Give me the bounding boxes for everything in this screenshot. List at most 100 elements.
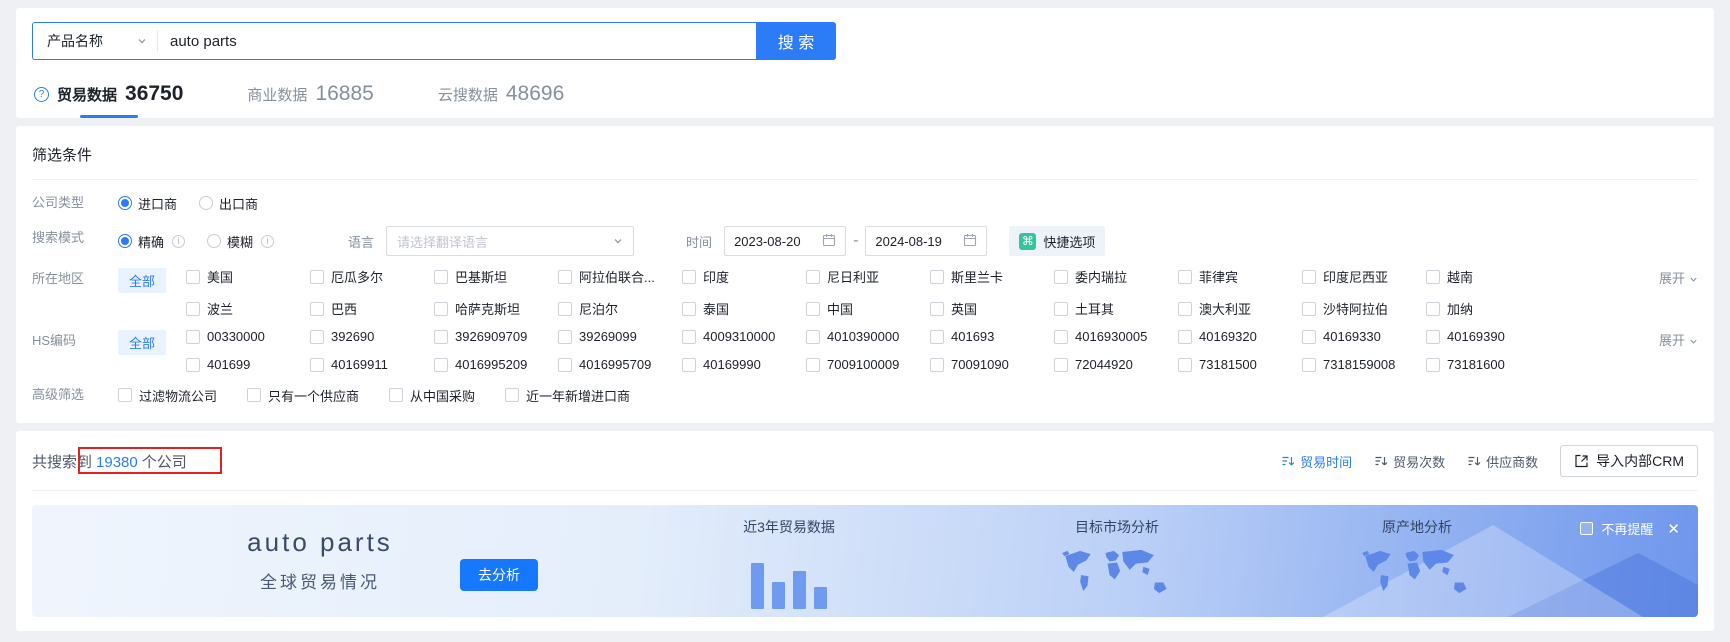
checkbox-option[interactable]: 巴西 (310, 299, 434, 318)
radio-fuzzy-mode[interactable]: 模糊 i (207, 232, 275, 251)
checkbox-icon (505, 388, 520, 402)
quick-options-button[interactable]: ⌘ 快捷选项 (1009, 226, 1106, 256)
info-circle-icon[interactable]: i (261, 234, 275, 248)
checkbox-option[interactable]: 澳大利亚 (1178, 299, 1302, 318)
tab-trade-data[interactable]: ? 贸易数据 36750 (32, 76, 185, 118)
checkbox-icon (310, 357, 325, 372)
checkbox-option[interactable]: 40169990 (682, 357, 806, 372)
checkbox-option[interactable]: 尼日利亚 (806, 267, 930, 286)
checkbox-option[interactable]: 从中国采购 (389, 386, 475, 405)
checkbox-option[interactable]: 英国 (930, 299, 1054, 318)
checkbox-option[interactable]: 尼泊尔 (558, 299, 682, 318)
hs-expand-link[interactable]: 展开 (1659, 329, 1698, 353)
checkbox-option[interactable]: 波兰 (186, 299, 310, 318)
checkbox-option[interactable]: 40169330 (1302, 329, 1426, 344)
checkbox-option[interactable]: 巴基斯坦 (434, 267, 558, 286)
radio-exact-mode[interactable]: 精确 i (118, 232, 186, 251)
checkbox-option[interactable]: 菲律宾 (1178, 267, 1302, 286)
checkbox-option[interactable]: 4009310000 (682, 329, 806, 344)
checkbox-option[interactable]: 沙特阿拉伯 (1302, 299, 1426, 318)
search-category-select[interactable]: 产品名称 (33, 31, 157, 51)
checkbox-option[interactable]: 39269099 (558, 329, 682, 344)
language-select[interactable]: 请选择翻译语言 (386, 226, 635, 256)
tab-cloud-search-data[interactable]: 云搜数据 48696 (436, 76, 566, 118)
radio-importer[interactable]: 进口商 (118, 194, 177, 213)
checkbox-option[interactable]: 40169911 (310, 357, 434, 372)
checkbox-icon (186, 357, 201, 372)
region-all-chip[interactable]: 全部 (118, 268, 167, 293)
checkbox-label: 加纳 (1447, 302, 1474, 317)
checkbox-label: 菲律宾 (1199, 270, 1239, 285)
checkbox-option[interactable]: 印度尼西亚 (1302, 267, 1426, 286)
checkbox-option[interactable]: 7009100009 (806, 357, 930, 372)
checkbox-option[interactable]: 阿拉伯联合... (558, 267, 682, 286)
import-crm-label: 导入内部CRM (1596, 453, 1684, 469)
checkbox-icon (434, 301, 449, 316)
checkbox-icon (1054, 269, 1069, 284)
checkbox-option[interactable]: 泰国 (682, 299, 806, 318)
checkbox-option[interactable]: 哈萨克斯坦 (434, 299, 558, 318)
checkbox-option[interactable]: 近一年新增进口商 (505, 386, 630, 405)
search-input[interactable] (158, 24, 756, 58)
checkbox-option[interactable]: 4016930005 (1054, 329, 1178, 344)
checkbox-option[interactable]: 越南 (1426, 267, 1550, 286)
checkbox-option[interactable]: 土耳其 (1054, 299, 1178, 318)
import-crm-button[interactable]: 导入内部CRM (1560, 445, 1698, 477)
checkbox-option[interactable]: 印度 (682, 267, 806, 286)
close-icon[interactable]: ✕ (1667, 520, 1680, 538)
expand-label: 展开 (1658, 271, 1685, 286)
checkbox-label: 哈萨克斯坦 (455, 302, 521, 317)
checkbox-option[interactable]: 委内瑞拉 (1054, 267, 1178, 286)
bar (814, 587, 827, 609)
checkbox-option[interactable]: 3926909709 (434, 329, 558, 344)
checkbox-option[interactable]: 7318159008 (1302, 357, 1426, 372)
tab-count: 36750 (125, 82, 184, 105)
checkbox-icon (118, 388, 132, 402)
sort-trade-count[interactable]: 贸易次数 (1374, 452, 1445, 471)
sort-trade-time[interactable]: 贸易时间 (1281, 452, 1352, 471)
sort-supplier-count[interactable]: 供应商数 (1467, 452, 1538, 471)
checkbox-option[interactable]: 4016995709 (558, 357, 682, 372)
checkbox-option[interactable]: 斯里兰卡 (930, 267, 1054, 286)
info-circle-icon[interactable]: i (172, 234, 186, 248)
checkbox-label: 392690 (331, 329, 375, 344)
start-date-input[interactable]: 2023-08-20 (724, 226, 847, 256)
checkbox-option[interactable]: 73181500 (1178, 357, 1302, 372)
checkbox-option[interactable]: 4016995209 (434, 357, 558, 372)
checkbox-label: 印度 (703, 270, 730, 285)
region-expand-link[interactable]: 展开 (1659, 267, 1698, 291)
radio-exporter[interactable]: 出口商 (199, 194, 258, 213)
checkbox-option[interactable]: 72044920 (1054, 357, 1178, 372)
hs-all-chip[interactable]: 全部 (118, 330, 167, 355)
checkbox-option[interactable]: 只有一个供应商 (247, 386, 359, 405)
dismiss-checkbox[interactable] (1580, 522, 1594, 535)
checkbox-option[interactable]: 40169390 (1426, 329, 1550, 344)
checkbox-option[interactable]: 00330000 (186, 329, 310, 344)
checkbox-option[interactable]: 401693 (930, 329, 1054, 344)
sort-icon (1468, 456, 1481, 466)
summary-suffix: 个公司 (141, 453, 187, 471)
checkbox-icon (1054, 329, 1069, 344)
chevron-down-icon (1689, 337, 1698, 346)
checkbox-option[interactable]: 过滤物流公司 (118, 386, 217, 405)
banner-section-target-market: 目标市场分析 (1032, 517, 1202, 604)
search-category-value: 产品名称 (47, 33, 103, 49)
checkbox-option[interactable]: 加纳 (1426, 299, 1550, 318)
checkbox-option[interactable]: 392690 (310, 329, 434, 344)
analyze-button[interactable]: 去分析 (460, 559, 538, 591)
checkbox-option[interactable]: 73181600 (1426, 357, 1550, 372)
checkbox-option[interactable]: 40169320 (1178, 329, 1302, 344)
end-date-input[interactable]: 2024-08-19 (865, 226, 988, 256)
checkbox-option[interactable]: 美国 (186, 267, 310, 286)
checkbox-option[interactable]: 70091090 (930, 357, 1054, 372)
checkbox-option[interactable]: 中国 (806, 299, 930, 318)
checkbox-option[interactable]: 4010390000 (806, 329, 930, 344)
search-button[interactable]: 搜 索 (756, 22, 836, 60)
help-circle-icon[interactable]: ? (34, 86, 49, 102)
checkbox-option[interactable]: 厄瓜多尔 (310, 267, 434, 286)
checkbox-icon (1426, 357, 1441, 372)
banner-title-block: auto parts 全球贸易情况 (200, 527, 440, 593)
checkbox-icon (434, 357, 449, 372)
tab-business-data[interactable]: 商业数据 16885 (245, 76, 375, 118)
checkbox-option[interactable]: 401699 (186, 357, 310, 372)
